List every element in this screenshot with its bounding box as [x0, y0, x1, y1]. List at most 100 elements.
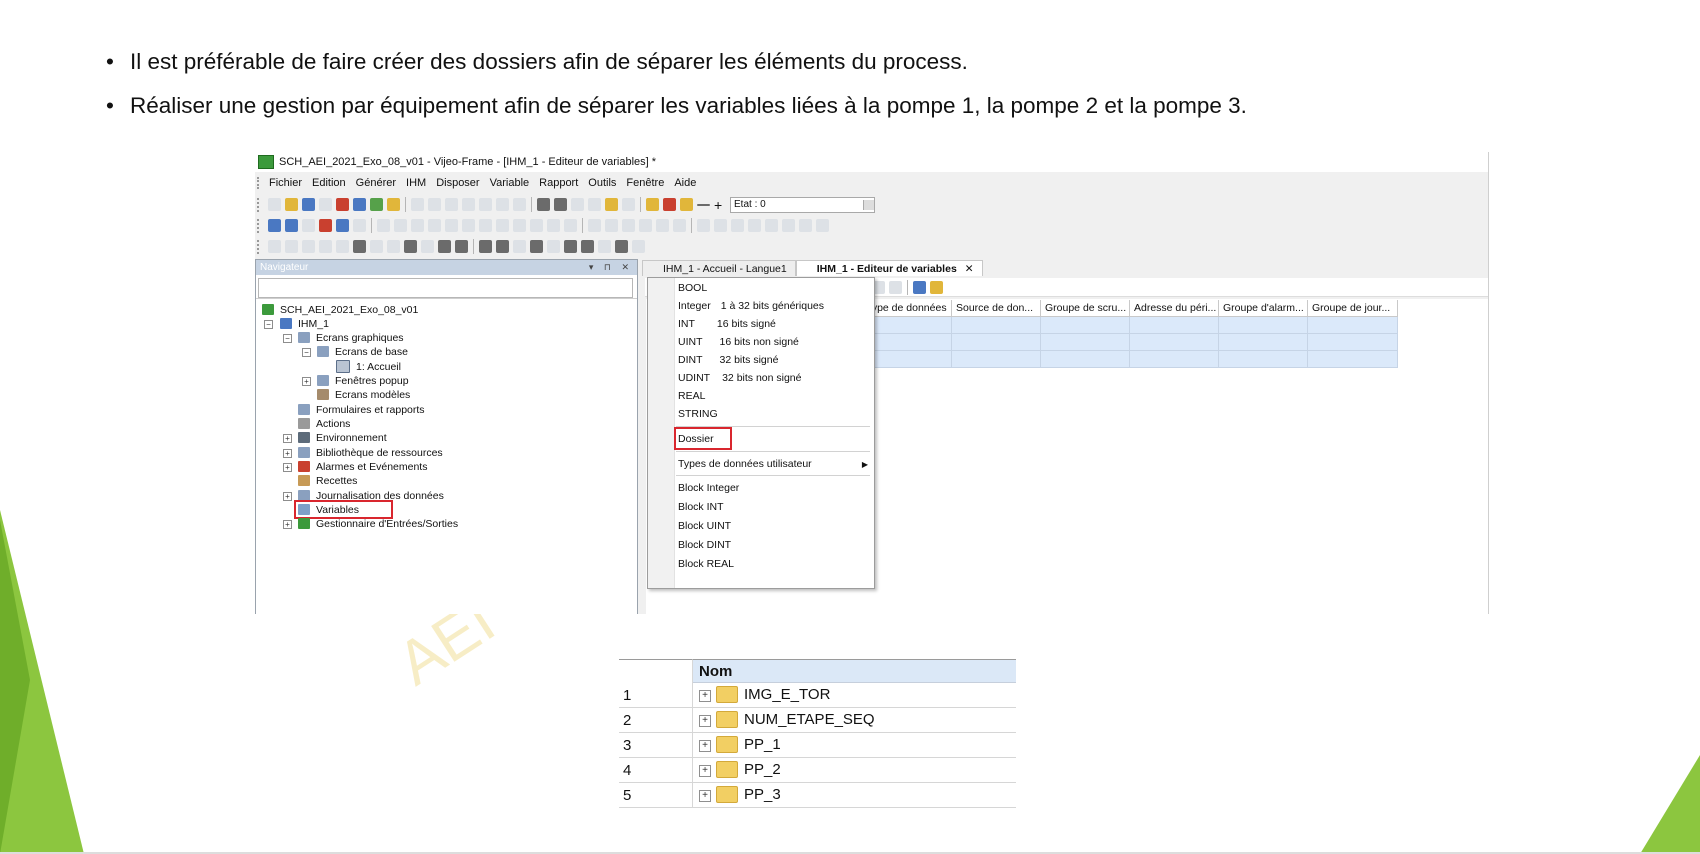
send-back-icon[interactable]	[656, 219, 669, 232]
tree-item-ecrans-modeles[interactable]: Ecrans modèles	[317, 387, 410, 402]
close-icon[interactable]: ✕	[965, 263, 974, 275]
name-column-header[interactable]: Nom	[693, 659, 1016, 683]
align-center-icon[interactable]	[462, 219, 475, 232]
grid-icon[interactable]	[268, 219, 281, 232]
expand-icon[interactable]: +	[699, 715, 711, 727]
tree-item-bibliotheque[interactable]: Bibliothèque de ressources	[298, 445, 443, 460]
dot-icon[interactable]	[285, 240, 298, 253]
grid-cell[interactable]	[1041, 351, 1130, 368]
same-width-icon[interactable]	[588, 219, 601, 232]
save-icon[interactable]	[302, 198, 315, 211]
menu-item-user-types[interactable]: Types de données utilisateur	[678, 455, 868, 472]
home-icon[interactable]	[605, 198, 618, 211]
link-icon[interactable]	[889, 280, 902, 294]
tree-item-ecrans-graphiques[interactable]: Ecrans graphiques	[298, 330, 404, 345]
trend-object-icon[interactable]	[598, 240, 611, 253]
grid-cell[interactable]	[952, 317, 1041, 334]
align-right-icon[interactable]	[479, 219, 492, 232]
refresh-icon[interactable]	[588, 198, 601, 211]
tree-item-environnement[interactable]: Environnement	[298, 430, 387, 445]
tab-variable-editor[interactable]: IHM_1 - Editeur de variables ✕	[795, 260, 983, 276]
same-size-icon[interactable]	[622, 219, 635, 232]
menu-item-integer[interactable]: Integer 1 à 32 bits génériques	[678, 297, 824, 314]
bring-front-icon[interactable]	[639, 219, 652, 232]
menu-ihm[interactable]: IHM	[404, 177, 434, 189]
grid-cell[interactable]	[1219, 317, 1308, 334]
arc-icon[interactable]	[387, 240, 400, 253]
expand-icon[interactable]: +	[699, 765, 711, 777]
table-row[interactable]: 4 + PP_2	[619, 758, 1016, 783]
column-header[interactable]: Type de données	[862, 300, 952, 317]
column-header[interactable]: Adresse du péri...	[1130, 300, 1219, 317]
tree-item-accueil[interactable]: 1: Accueil	[336, 359, 401, 374]
curve-icon[interactable]	[336, 240, 349, 253]
tree-item-ecrans-de-base[interactable]: Ecrans de base	[317, 344, 408, 359]
ungroup-icon[interactable]	[394, 219, 407, 232]
table-row[interactable]: 2 + NUM_ETAPE_SEQ	[619, 708, 1016, 733]
menu-outils[interactable]: Outils	[586, 177, 624, 189]
collapse-icon[interactable]: −	[264, 320, 273, 329]
line-style-icon[interactable]	[765, 219, 778, 232]
layout-icon[interactable]	[336, 219, 349, 232]
toolbar-grip[interactable]	[257, 239, 262, 254]
align-left-icon[interactable]	[445, 219, 458, 232]
pointer-icon[interactable]	[268, 240, 281, 253]
redo-icon[interactable]	[428, 198, 441, 211]
zoom-in-icon[interactable]: +	[714, 198, 724, 212]
grid-cell[interactable]	[1130, 351, 1219, 368]
underline-icon[interactable]	[748, 219, 761, 232]
menu-item-block-dint[interactable]: Block DINT	[678, 536, 731, 553]
order-icon[interactable]	[673, 219, 686, 232]
expand-icon[interactable]: +	[699, 790, 711, 802]
tab-accueil[interactable]: IHM_1 - Accueil - Langue1	[642, 260, 796, 276]
table-row[interactable]: 1 + IMG_E_TOR	[619, 683, 1016, 708]
menu-fenetre[interactable]: Fenêtre	[624, 177, 672, 189]
expand-icon[interactable]: +	[699, 740, 711, 752]
rotate-icon[interactable]	[411, 219, 424, 232]
menu-item-uint[interactable]: UINT 16 bits non signé	[678, 333, 799, 350]
table-row[interactable]: 3 + PP_1	[619, 733, 1016, 758]
picture-icon[interactable]	[455, 240, 468, 253]
grid-cell[interactable]	[952, 351, 1041, 368]
collapse-icon[interactable]: −	[302, 348, 311, 357]
stop-icon[interactable]	[571, 198, 584, 211]
online-icon[interactable]	[646, 198, 659, 211]
align-bottom-icon[interactable]	[530, 219, 543, 232]
numeric-object-icon[interactable]	[513, 240, 526, 253]
columns-icon[interactable]	[930, 280, 943, 294]
grid-cell[interactable]	[862, 317, 952, 334]
print-icon[interactable]	[319, 198, 332, 211]
grid-cell[interactable]	[1130, 334, 1219, 351]
toolbar-grip[interactable]	[257, 177, 263, 189]
rectangle-icon[interactable]	[353, 240, 366, 253]
arrow-style-icon[interactable]	[799, 219, 812, 232]
distribute-h-icon[interactable]	[547, 219, 560, 232]
connect-icon[interactable]	[663, 198, 676, 211]
grid-cell[interactable]	[1308, 334, 1398, 351]
toolbar-grip[interactable]	[257, 218, 262, 233]
flip-icon[interactable]	[428, 219, 441, 232]
shadow-icon[interactable]	[816, 219, 829, 232]
list-icon[interactable]	[421, 240, 434, 253]
tree-item-ihm[interactable]: IHM_1	[280, 316, 329, 331]
bold-icon[interactable]	[714, 219, 727, 232]
menu-item-block-real[interactable]: Block REAL	[678, 555, 734, 572]
back-icon[interactable]	[537, 198, 550, 211]
menu-generer[interactable]: Générer	[354, 177, 404, 189]
tree-item-alarmes[interactable]: Alarmes et Evénements	[298, 459, 427, 474]
distribute-v-icon[interactable]	[564, 219, 577, 232]
tree-item-project[interactable]: SCH_AEI_2021_Exo_08_v01	[262, 302, 418, 317]
grid-cell[interactable]	[1219, 351, 1308, 368]
paste-icon[interactable]	[479, 198, 492, 211]
snap-icon[interactable]	[285, 219, 298, 232]
align-middle-icon[interactable]	[513, 219, 526, 232]
grid-cell[interactable]	[1308, 317, 1398, 334]
tree-item-recettes[interactable]: Recettes	[298, 473, 357, 488]
menu-fichier[interactable]: Fichier	[267, 177, 310, 189]
navigator-filter[interactable]	[258, 278, 633, 298]
cut-icon[interactable]	[445, 198, 458, 211]
validate-icon[interactable]	[336, 198, 349, 211]
run-icon[interactable]	[387, 198, 400, 211]
collapse-icon[interactable]: −	[283, 334, 292, 343]
menu-item-block-integer[interactable]: Block Integer	[678, 479, 739, 496]
